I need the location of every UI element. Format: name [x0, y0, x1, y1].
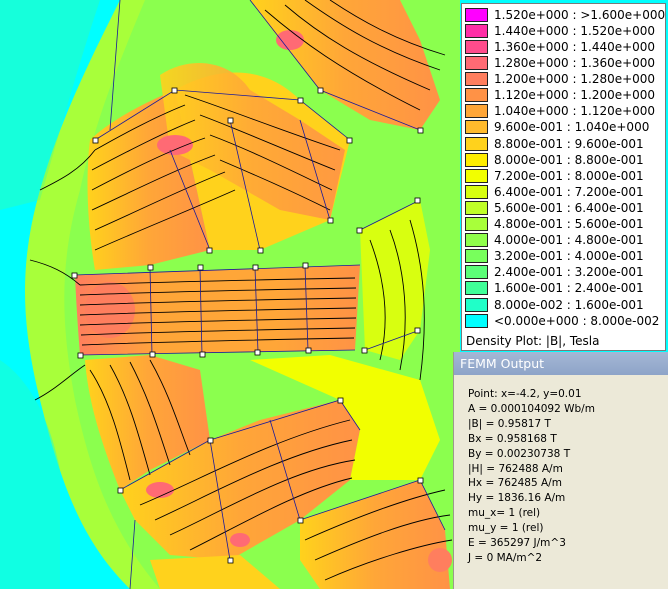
legend-label: 3.200e-001 : 4.000e-001 [494, 249, 644, 264]
legend-label: 2.400e-001 : 3.200e-001 [494, 265, 644, 280]
output-line: mu_x= 1 (rel) [468, 507, 541, 520]
legend-entry: 4.800e-001 : 5.600e-001 [465, 216, 644, 232]
legend-label: 1.440e+000 : 1.520e+000 [494, 23, 656, 38]
output-line: By = 0.00230738 T [468, 447, 571, 460]
legend-label: 1.360e+000 : 1.440e+000 [494, 39, 656, 54]
legend-label: 1.600e-001 : 2.400e-001 [494, 281, 644, 296]
legend-swatch [465, 56, 488, 71]
legend-swatch [465, 265, 488, 280]
legend-entry: 9.600e-001 : 1.040e+000 [465, 120, 649, 136]
output-line: Hy = 1836.16 A/m [468, 492, 566, 505]
legend-swatch [465, 23, 488, 38]
output-line: Bx = 0.958168 T [468, 432, 557, 445]
legend-entry: 6.400e-001 : 7.200e-001 [465, 184, 644, 200]
legend-swatch [465, 152, 488, 167]
legend-swatch [465, 200, 488, 215]
output-line: |H| = 762488 A/m [468, 462, 563, 475]
output-line: A = 0.000104092 Wb/m [468, 402, 595, 415]
legend-label: 8.000e-001 : 8.800e-001 [494, 152, 644, 167]
legend-entry: 7.200e-001 : 8.000e-001 [465, 168, 644, 184]
legend-swatch [465, 120, 488, 135]
legend-entry: 8.000e-001 : 8.800e-001 [465, 152, 644, 168]
legend-swatch [465, 136, 488, 151]
femm-output-panel: FEMM Output Point: x=-4.2, y=0.01 A = 0.0… [453, 352, 668, 589]
legend-entry: 8.800e-001 : 9.600e-001 [465, 136, 644, 152]
legend-caption: Density Plot: |B|, Tesla [466, 334, 600, 348]
legend-swatch [465, 297, 488, 312]
legend-label: 4.000e-001 : 4.800e-001 [494, 233, 644, 248]
output-line: Point: x=-4.2, y=0.01 [468, 388, 582, 400]
legend-entry: 1.120e+000 : 1.200e+000 [465, 88, 655, 104]
legend-swatch [465, 217, 488, 232]
legend-swatch [465, 313, 488, 328]
legend-entry: 4.000e-001 : 4.800e-001 [465, 232, 644, 248]
output-line: E = 365297 J/m^3 [468, 537, 566, 549]
legend-label: <0.000e+000 : 8.000e-002 [494, 313, 660, 328]
legend-label: 9.600e-001 : 1.040e+000 [494, 120, 650, 135]
legend-swatch [465, 249, 488, 264]
legend-swatch [465, 168, 488, 183]
legend-label: 8.800e-001 : 9.600e-001 [494, 136, 644, 151]
legend-label: 6.400e-001 : 7.200e-001 [494, 184, 644, 199]
legend-entry: 2.400e-001 : 3.200e-001 [465, 265, 644, 281]
legend-entry: 1.040e+000 : 1.120e+000 [465, 104, 655, 120]
legend-label: 1.200e+000 : 1.280e+000 [494, 72, 656, 87]
legend-swatch [465, 104, 488, 119]
femm-output-body: Point: x=-4.2, y=0.01 A = 0.000104092 Wb/… [454, 375, 668, 589]
legend-label: 1.280e+000 : 1.360e+000 [494, 56, 656, 71]
legend-swatch [465, 72, 488, 87]
legend-label: 8.000e-002 : 1.600e-001 [494, 297, 644, 312]
legend-entry: <0.000e+000 : 8.000e-002 [465, 313, 659, 329]
legend-entry: 1.600e-001 : 2.400e-001 [465, 281, 644, 297]
legend-entry: 1.200e+000 : 1.280e+000 [465, 71, 655, 87]
legend-entry: 1.280e+000 : 1.360e+000 [465, 55, 655, 71]
legend-entry: 3.200e-001 : 4.000e-001 [465, 249, 644, 265]
legend-entry: 8.000e-002 : 1.600e-001 [465, 297, 644, 313]
legend-label: 4.800e-001 : 5.600e-001 [494, 217, 644, 232]
legend-swatch [465, 39, 488, 54]
legend-swatch [465, 184, 488, 199]
legend-label: 1.520e+000 : >1.600e+000 [494, 7, 666, 22]
output-line: mu_y = 1 (rel) [468, 522, 544, 535]
legend-label: 1.040e+000 : 1.120e+000 [494, 104, 656, 119]
legend-swatch [465, 281, 488, 296]
legend-entry: 1.520e+000 : >1.600e+000 [465, 7, 665, 23]
legend-swatch [465, 7, 488, 22]
legend-entry: 1.360e+000 : 1.440e+000 [465, 39, 655, 55]
legend-label: 7.200e-001 : 8.000e-001 [494, 168, 644, 183]
legend-label: 1.120e+000 : 1.200e+000 [494, 88, 656, 103]
output-line: J = 0 MA/m^2 [468, 551, 543, 564]
density-legend: 1.520e+000 : >1.600e+000 1.440e+000 : 1.5… [461, 3, 666, 351]
output-line: Hx = 762485 A/m [468, 477, 562, 490]
legend-swatch [465, 88, 488, 103]
legend-label: 5.600e-001 : 6.400e-001 [494, 200, 644, 215]
legend-entry: 1.440e+000 : 1.520e+000 [465, 23, 655, 39]
legend-entry: 5.600e-001 : 6.400e-001 [465, 200, 644, 216]
output-line: |B| = 0.95817 T [468, 417, 551, 430]
femm-output-title[interactable]: FEMM Output [454, 352, 668, 375]
legend-swatch [465, 233, 488, 248]
